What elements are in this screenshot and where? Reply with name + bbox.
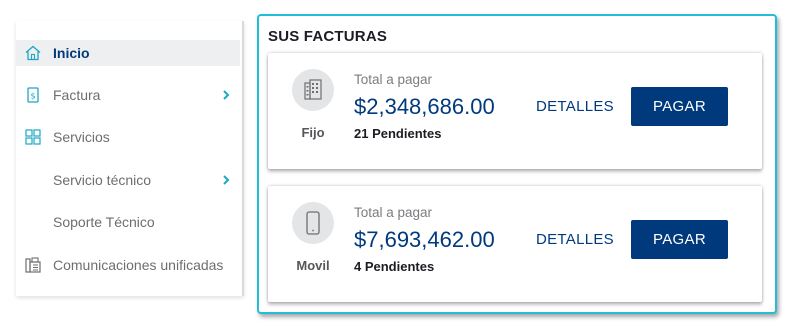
sidebar-item-factura[interactable]: $ Factura xyxy=(16,82,240,108)
details-link[interactable]: DETALLES xyxy=(536,231,614,248)
building-icon xyxy=(304,79,322,100)
chevron-right-icon[interactable] xyxy=(220,172,232,188)
sidebar-item-soporte-tecnico[interactable]: Soporte Técnico xyxy=(16,209,240,235)
service-avatar xyxy=(292,69,334,111)
sidebar-item-comunicaciones-unificadas[interactable]: Comunicaciones unificadas xyxy=(16,252,240,278)
pending-count: 21 Pendientes xyxy=(354,126,442,141)
invoice-card-fijo: Fijo Total a pagar $2,348,686.00 21 Pend… xyxy=(268,53,762,169)
app-root: Inicio $ Factura Servicios Servicio técn… xyxy=(0,0,793,326)
chevron-right-icon[interactable] xyxy=(220,87,232,103)
home-icon xyxy=(25,45,41,61)
total-amount: $7,693,462.00 xyxy=(354,227,495,252)
sidebar-item-inicio[interactable]: Inicio xyxy=(16,40,240,66)
service-type-label: Fijo xyxy=(301,125,325,140)
sidebar-item-label: Comunicaciones unificadas xyxy=(53,257,224,273)
bill-icon: $ xyxy=(27,87,39,103)
pay-button[interactable]: PAGAR xyxy=(631,87,728,126)
page-title: SUS FACTURAS xyxy=(268,28,388,45)
invoice-card-movil: Movil Total a pagar $7,693,462.00 4 Pend… xyxy=(268,186,762,302)
total-label: Total a pagar xyxy=(354,205,433,220)
sidebar: Inicio $ Factura Servicios Servicio técn… xyxy=(16,21,244,296)
sidebar-item-servicios[interactable]: Servicios xyxy=(16,124,240,150)
total-amount: $2,348,686.00 xyxy=(354,94,495,119)
service-type-label: Movil xyxy=(296,258,330,273)
pending-count: 4 Pendientes xyxy=(354,259,435,274)
invoices-panel: SUS FACTURAS Fijo Total a pagar $2,348,6… xyxy=(257,14,777,314)
sidebar-item-label: Servicios xyxy=(53,129,110,145)
total-label: Total a pagar xyxy=(354,72,433,87)
sidebar-item-label: Factura xyxy=(53,87,101,103)
svg-text:$: $ xyxy=(30,92,35,101)
sidebar-item-servicio-tecnico[interactable]: Servicio técnico xyxy=(16,167,240,193)
pay-button[interactable]: PAGAR xyxy=(631,220,728,259)
service-avatar xyxy=(292,202,334,244)
sidebar-item-label: Servicio técnico xyxy=(53,172,152,188)
fax-icon xyxy=(25,257,41,273)
sidebar-item-label: Inicio xyxy=(53,45,90,61)
mobile-phone-icon xyxy=(306,211,320,235)
details-link[interactable]: DETALLES xyxy=(536,98,614,115)
sidebar-item-label: Soporte Técnico xyxy=(53,214,155,230)
grid-icon xyxy=(25,129,41,145)
